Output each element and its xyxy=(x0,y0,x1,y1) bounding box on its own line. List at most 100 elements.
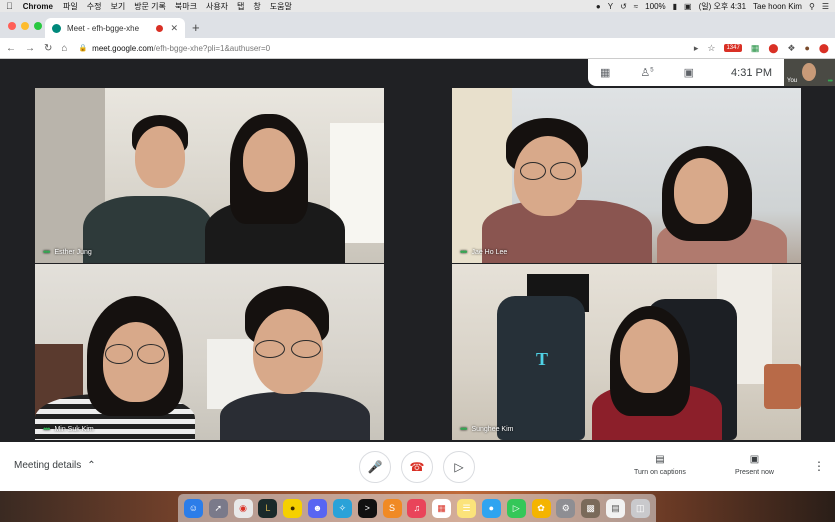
more-vert-icon[interactable]: ⋮ xyxy=(813,459,825,473)
lock-icon[interactable]: 🔒 xyxy=(78,44,87,52)
profile-avatar[interactable]: ● xyxy=(804,43,809,53)
system-preferences-icon[interactable]: ⚙ xyxy=(556,498,576,518)
meet-top-panel: ▦ ♙5 ▣ 4:31 PM xyxy=(588,59,784,86)
video-tile-sunghee-kim[interactable]: T ••• Sunghee Kim xyxy=(452,264,801,440)
video-tile-esther-jung[interactable]: ••• Esther Jung xyxy=(35,88,384,263)
menubar-status-area: ● Y ↺ ≈ 100% ▮ ▣ (일) 오후 4:31 Tae hoon Ki… xyxy=(596,1,829,12)
chrome-icon[interactable]: ◉ xyxy=(233,498,253,518)
menu-file[interactable]: 파일 xyxy=(63,1,78,12)
menu-edit[interactable]: 수정 xyxy=(87,1,102,12)
finder-icon[interactable]: ☺ xyxy=(183,498,203,518)
merge-icon[interactable]: Y xyxy=(608,2,613,11)
shopping-bag xyxy=(764,364,801,409)
address-bar[interactable]: 🔒 meet.google.com /efh-bgge-xhe?pli=1&au… xyxy=(78,44,270,53)
recording-indicator-icon xyxy=(156,24,164,32)
menu-view[interactable]: 보기 xyxy=(110,1,125,12)
meeting-clock: 4:31 PM xyxy=(731,66,772,79)
menu-window[interactable]: 창 xyxy=(253,1,260,12)
wifi-icon[interactable]: ≈ xyxy=(634,2,638,11)
forward-arrow-icon[interactable]: → xyxy=(25,43,35,54)
participant-name: Jae Ho Lee xyxy=(471,248,508,256)
calendar-icon[interactable]: ▦ xyxy=(432,498,452,518)
meet-favicon-icon xyxy=(52,23,61,33)
chat-icon[interactable]: ▣ xyxy=(684,66,694,79)
mic-icon: 🎤 xyxy=(367,460,383,474)
meeting-details-label: Meeting details xyxy=(14,460,82,471)
people-icon[interactable]: ♙5 xyxy=(640,66,653,79)
camera-in-use-icon[interactable]: ▸ xyxy=(694,43,699,54)
participant-name: Sunghee Kim xyxy=(471,425,514,433)
camera-icon: ▷ xyxy=(454,460,464,474)
app-menu-chrome[interactable]: Chrome xyxy=(23,2,53,11)
meeting-details-button[interactable]: Meeting details ⌃ xyxy=(14,460,96,471)
trash-icon[interactable]: ◫ xyxy=(630,498,650,518)
league-icon[interactable]: L xyxy=(258,498,278,518)
video-tile-jae-ho-lee[interactable]: ••• Jae Ho Lee xyxy=(452,88,801,263)
chrome-update-icon[interactable]: ⬤ xyxy=(819,43,829,54)
kakaotalk-icon[interactable]: ● xyxy=(283,498,303,518)
sublime-icon[interactable]: S xyxy=(382,498,402,518)
grid-icon[interactable]: ▦ xyxy=(600,66,610,79)
self-face xyxy=(802,63,816,81)
discord-icon[interactable]: ☻ xyxy=(308,498,328,518)
menubar-datetime[interactable]: (일) 오후 4:31 xyxy=(699,1,746,12)
person-body xyxy=(83,196,213,263)
notes-icon[interactable]: ☰ xyxy=(457,498,477,518)
battery-icon[interactable]: ▮ xyxy=(673,2,677,11)
archive-icon[interactable]: ▩ xyxy=(581,498,601,518)
input-source-icon[interactable]: ▣ xyxy=(684,2,692,11)
safari-icon[interactable]: ✧ xyxy=(332,498,352,518)
glasses-right xyxy=(291,340,321,358)
back-arrow-icon[interactable]: ← xyxy=(6,43,16,54)
participant-nametag: ••• Sunghee Kim xyxy=(460,424,513,434)
time-machine-icon[interactable]: ↺ xyxy=(620,2,627,11)
messages-icon[interactable]: ● xyxy=(481,498,501,518)
person-body xyxy=(220,392,370,440)
menu-bookmarks[interactable]: 북마크 xyxy=(175,1,197,12)
window-close-button[interactable] xyxy=(8,22,16,30)
camera-button[interactable]: ▷ xyxy=(443,451,475,483)
home-icon[interactable]: ⌂ xyxy=(61,43,67,54)
battery-percent: 100% xyxy=(645,1,666,11)
self-view-tile[interactable]: You ••• xyxy=(784,59,835,86)
video-tile-min-suk-kim[interactable]: ••• Min Suk Kim xyxy=(35,264,384,440)
extensions-puzzle-icon[interactable]: ❖ xyxy=(787,43,795,54)
menu-help[interactable]: 도움말 xyxy=(270,1,292,12)
tab-close-icon[interactable]: ✕ xyxy=(170,23,178,34)
present-label: Present now xyxy=(735,469,774,476)
browser-tab-meet[interactable]: Meet - efh-bgge-xhe ✕ xyxy=(45,18,185,38)
person-face xyxy=(135,126,185,188)
menu-tab[interactable]: 탭 xyxy=(237,1,244,12)
present-button[interactable]: ▣ Present now xyxy=(735,454,774,476)
window-minimize-button[interactable] xyxy=(21,22,29,30)
extension-red-icon[interactable]: ⬤ xyxy=(768,43,778,54)
photos-icon[interactable]: ✿ xyxy=(531,498,551,518)
spotlight-search-icon[interactable]: ⚲ xyxy=(809,2,815,11)
macos-dock: ☺ ➚ ◉ L ● ☻ ✧ > S ♫ ▦ ☰ ● ▷ ✿ ⚙ ▩ ▤ ◫ xyxy=(178,494,656,522)
bookmark-star-icon[interactable]: ☆ xyxy=(707,43,715,54)
music-icon[interactable]: ♫ xyxy=(407,498,427,518)
messenger-icon[interactable]: ● xyxy=(596,2,601,11)
reload-icon[interactable]: ↻ xyxy=(44,43,52,54)
new-tab-button[interactable]: + xyxy=(192,20,200,35)
window-zoom-button[interactable] xyxy=(34,22,42,30)
captions-button[interactable]: ▤ Turn on captions xyxy=(634,454,686,476)
sheets-extension-icon[interactable]: ▦ xyxy=(751,43,760,54)
terminal-icon[interactable]: > xyxy=(357,498,377,518)
apple-menu-icon[interactable]:  xyxy=(6,1,13,11)
hangup-button[interactable]: ☎ xyxy=(401,451,433,483)
document-icon[interactable]: ▤ xyxy=(605,498,625,518)
participant-name: Esther Jung xyxy=(54,248,92,256)
glasses-left xyxy=(520,162,546,180)
menu-history[interactable]: 방문 기록 xyxy=(134,1,166,12)
mail-extension-badge[interactable]: 1347 xyxy=(724,44,742,52)
notification-center-icon[interactable]: ☰ xyxy=(822,2,829,11)
mic-button[interactable]: 🎤 xyxy=(359,451,391,483)
menu-people[interactable]: 사용자 xyxy=(206,1,228,12)
glasses-right xyxy=(550,162,576,180)
facetime-icon[interactable]: ▷ xyxy=(506,498,526,518)
captions-label: Turn on captions xyxy=(634,469,686,476)
launchpad-icon[interactable]: ➚ xyxy=(208,498,228,518)
person-face xyxy=(243,128,295,192)
menubar-username[interactable]: Tae hoon Kim xyxy=(753,2,802,11)
